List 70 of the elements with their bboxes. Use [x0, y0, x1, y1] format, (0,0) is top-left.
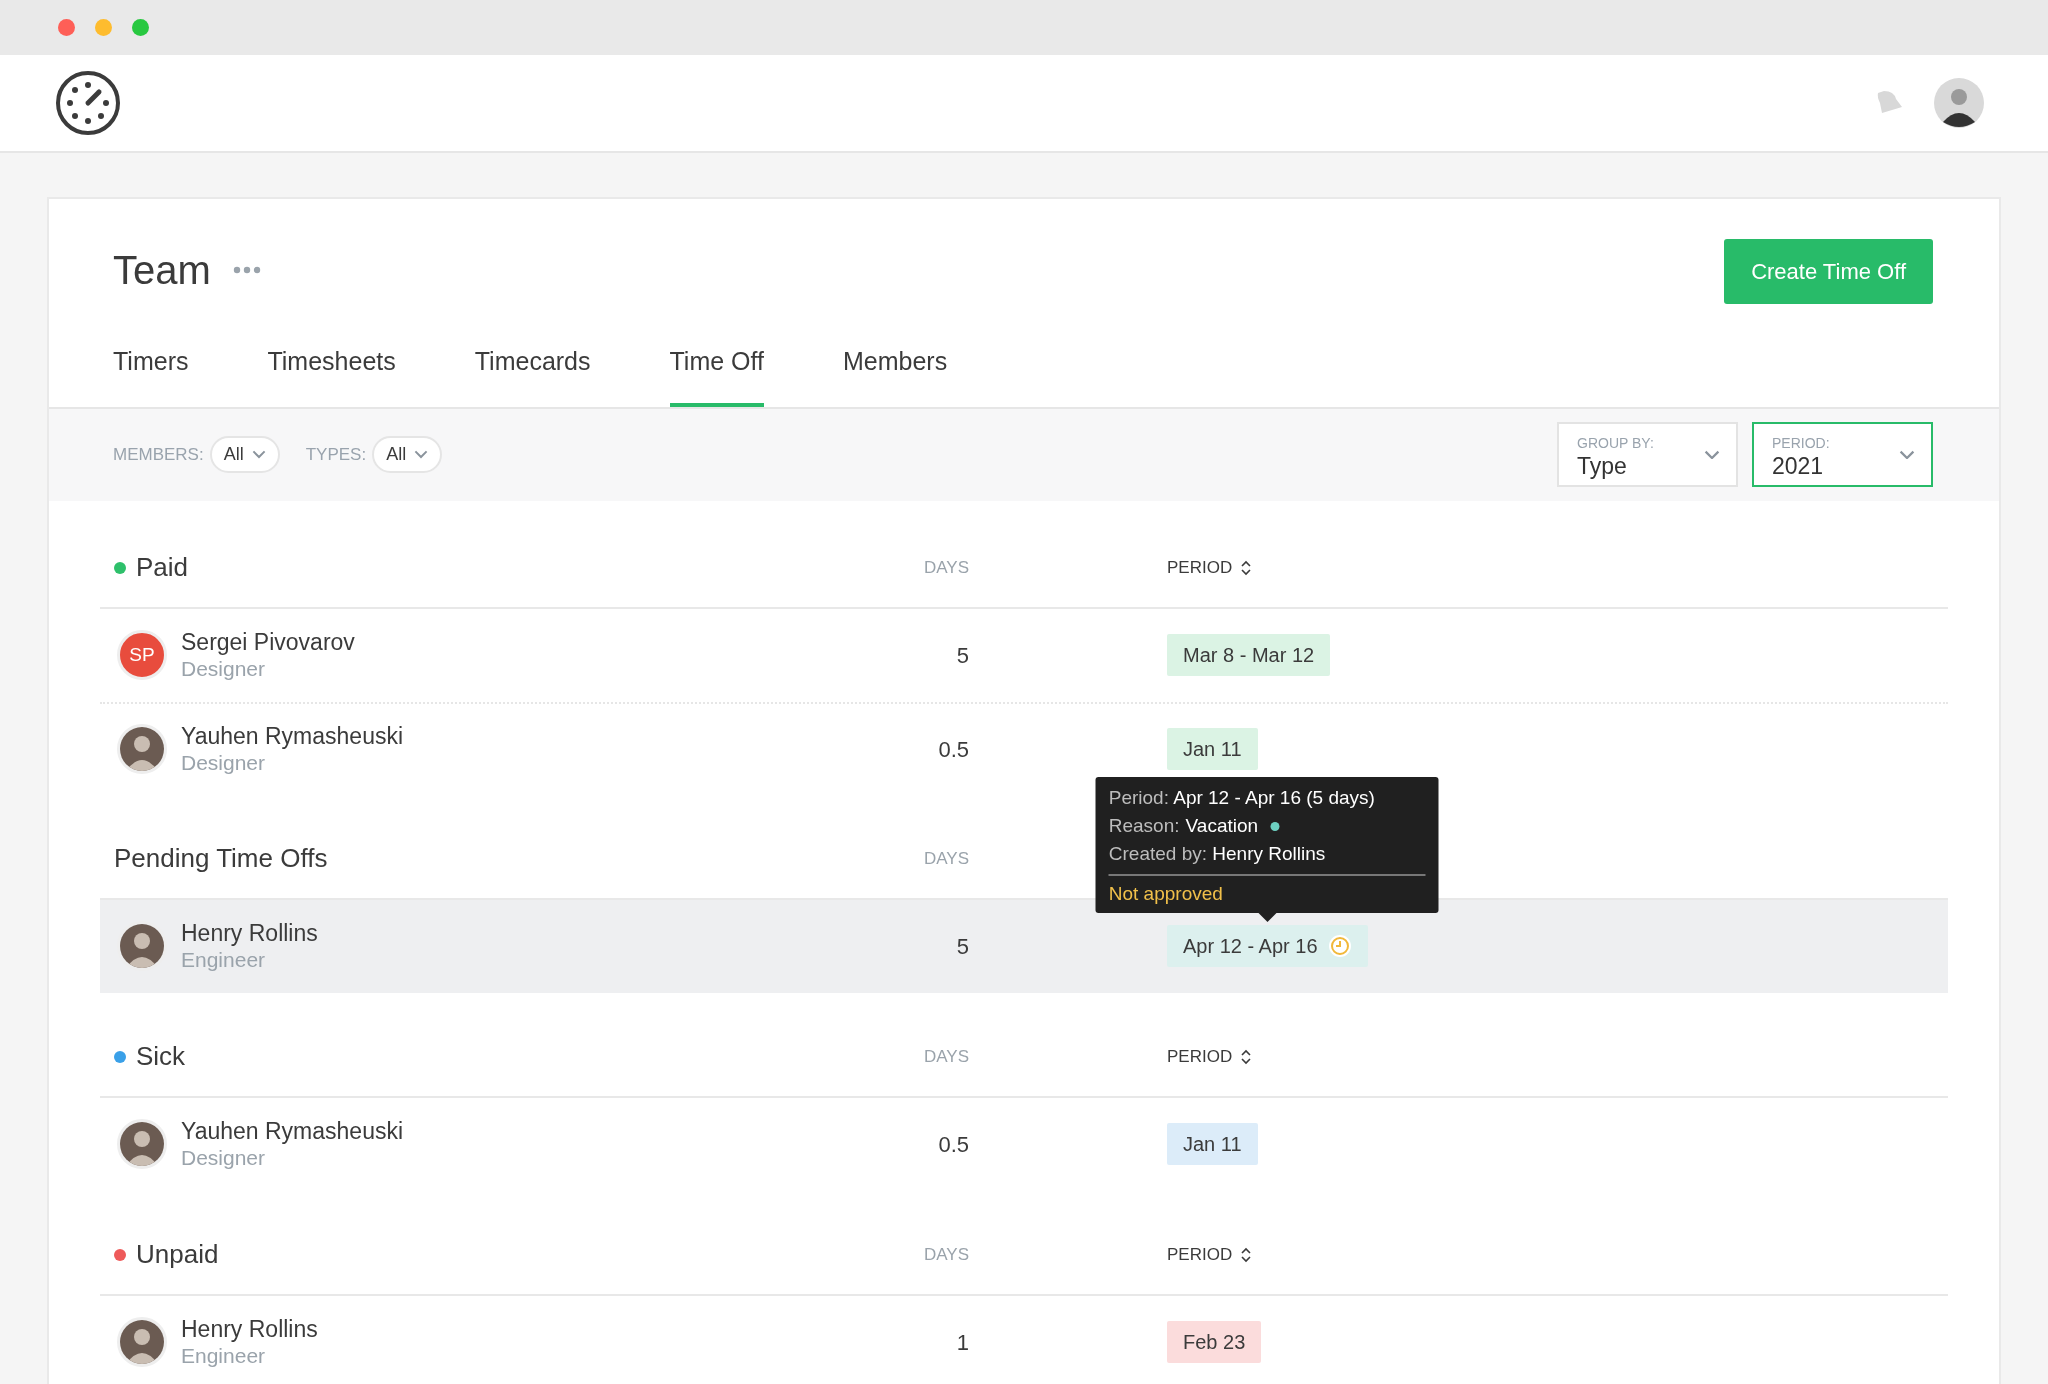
section-title: Pending Time Offs — [114, 842, 329, 875]
person-name: Sergei Pivovarov — [181, 628, 355, 656]
section-title: Sick — [136, 1040, 187, 1073]
avatar-icon — [117, 1119, 167, 1169]
select-field[interactable]: GROUP BY: Type — [1557, 422, 1738, 487]
select-label: PERIOD: — [1772, 434, 1830, 451]
days-value: 5 — [955, 641, 969, 670]
initials-avatar: SP — [117, 630, 167, 680]
tooltip-label: Reason: — [1108, 814, 1180, 838]
days-value: 5 — [955, 932, 969, 961]
column-header: DAYS — [922, 1243, 969, 1266]
column-header[interactable]: PERIOD — [1167, 1043, 1233, 1070]
table-row[interactable]: SP Sergei Pivovarov Designer 5 Mar 8 - Mar 12 — [100, 608, 1948, 702]
tab[interactable]: Timecards — [474, 343, 591, 407]
tooltip-value: Vacation — [1185, 814, 1259, 838]
tab[interactable]: Timers — [113, 343, 189, 407]
logo-icon[interactable] — [55, 70, 121, 136]
person-name: Yauhen Rymasheuski — [181, 1117, 404, 1145]
clock-icon — [1327, 934, 1352, 958]
person-role: Engineer — [181, 947, 267, 973]
section-title: Paid — [136, 551, 190, 584]
person-role: Engineer — [181, 1343, 267, 1369]
person-name: Yauhen Rymasheuski — [181, 722, 404, 750]
column-header: DAYS — [922, 556, 969, 579]
filter-label: TYPES: — [305, 443, 367, 466]
person-role: Designer — [181, 1145, 267, 1171]
column-header: DAYS — [922, 847, 969, 870]
tab[interactable]: Timesheets — [267, 343, 396, 407]
sort-icon[interactable] — [1240, 558, 1253, 577]
period-tag[interactable]: Jan 11 — [1167, 728, 1258, 770]
avatar-icon — [117, 724, 167, 774]
person-name: Henry Rollins — [181, 1315, 318, 1343]
select-field[interactable]: PERIOD: 2021 — [1752, 422, 1933, 487]
person-role: Designer — [181, 750, 267, 776]
more-icon[interactable] — [232, 266, 261, 274]
sort-icon[interactable] — [1240, 1245, 1253, 1264]
sort-icon[interactable] — [1240, 1047, 1253, 1066]
person-role: Designer — [181, 656, 267, 682]
days-value: 0.5 — [937, 1130, 969, 1159]
table-row[interactable]: Yauhen Rymasheuski Designer 0.5 Jan 11 — [100, 1097, 1948, 1191]
column-header: DAYS — [922, 1045, 969, 1068]
period-tag[interactable]: Apr 12 - Apr 16 — [1167, 925, 1368, 967]
column-header[interactable]: PERIOD — [1167, 1241, 1233, 1268]
page-title: Team — [113, 247, 211, 294]
tooltip-label: Created by: — [1108, 843, 1207, 864]
column-header[interactable]: PERIOD — [1167, 554, 1233, 581]
avatar-icon — [117, 1317, 167, 1367]
person-name: Henry Rollins — [181, 919, 318, 947]
tab[interactable]: Members — [843, 343, 948, 407]
avatar-icon — [117, 921, 167, 971]
filter-label: MEMBERS: — [113, 443, 204, 466]
section-title: Unpaid — [136, 1238, 220, 1271]
days-value: 0.5 — [937, 735, 969, 764]
days-value: 1 — [955, 1328, 969, 1357]
filter-dropdown[interactable]: All — [209, 436, 280, 473]
tooltip-value: Henry Rollins — [1212, 843, 1326, 864]
table-row[interactable]: Henry Rollins Engineer 1 Feb 23 — [100, 1295, 1948, 1384]
select-value: Type — [1577, 452, 1627, 479]
user-avatar[interactable] — [1934, 78, 1984, 128]
chevron-down-icon — [414, 450, 429, 459]
select-label: GROUP BY: — [1577, 434, 1654, 451]
chevron-down-icon — [1899, 449, 1915, 460]
select-value: 2021 — [1772, 452, 1824, 479]
chevron-down-icon — [1704, 449, 1720, 460]
chevron-down-icon — [251, 450, 266, 459]
period-tag[interactable]: Feb 23 — [1167, 1321, 1262, 1363]
period-tag[interactable]: Mar 8 - Mar 12 — [1167, 634, 1331, 676]
period-tag[interactable]: Jan 11 — [1167, 1123, 1258, 1165]
approval-status: Not approved — [1108, 882, 1224, 906]
filter-dropdown[interactable]: All — [372, 436, 443, 473]
